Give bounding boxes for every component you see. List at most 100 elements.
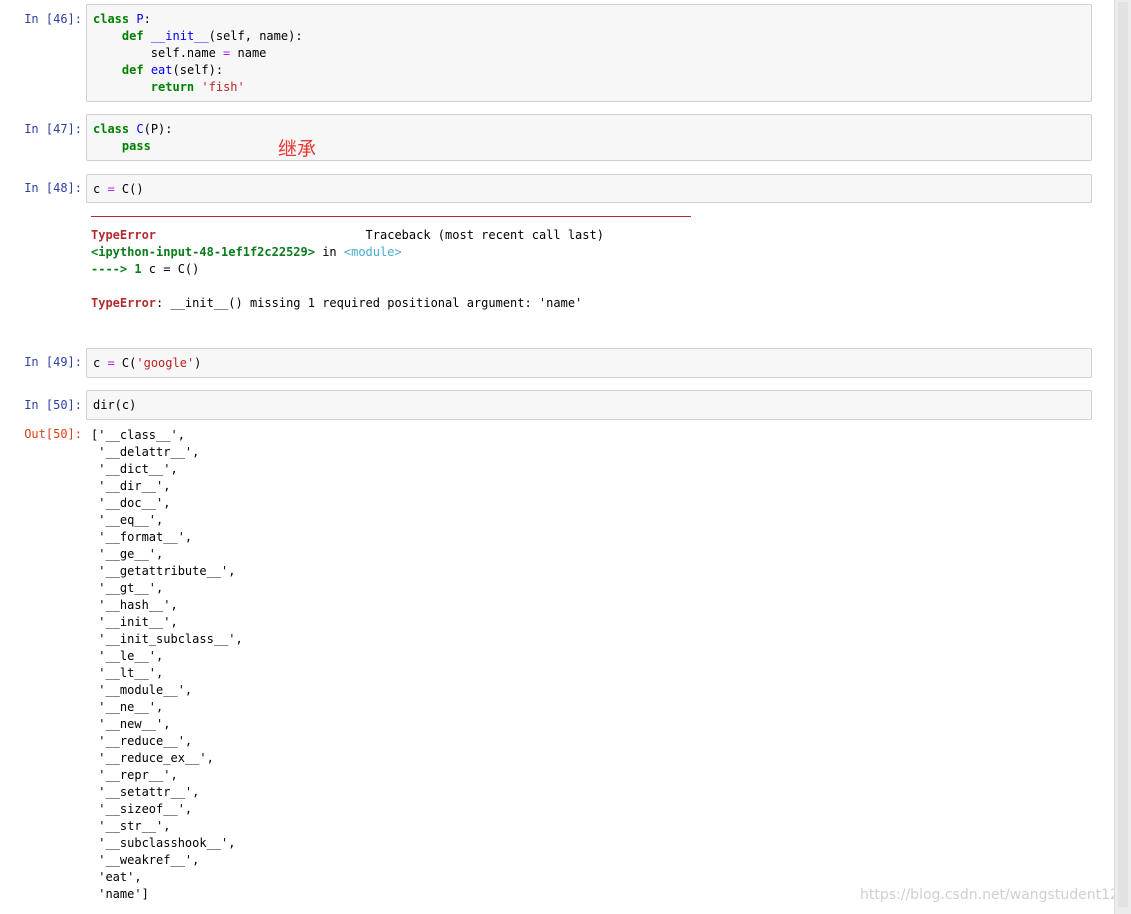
dir-output-item: '__new__', [91,717,171,731]
vertical-scrollbar[interactable] [1114,0,1131,914]
output-prompt-50: Out[50]: [24,427,82,441]
dir-output-list: ['__class__', '__delattr__', '__dict__',… [91,427,1091,903]
code-cell-source[interactable]: dir(c) [93,397,1085,414]
code-token: (self): [172,63,224,77]
traceback-header-line: TypeError Traceback (most recent call la… [91,228,604,242]
code-cell-source[interactable]: class C(P): pass [93,121,1085,155]
dir-output-item: '__gt__', [91,581,164,595]
dir-output-item: '__dict__', [91,462,178,476]
traceback-error-line: TypeError: __init__() missing 1 required… [91,296,582,310]
dir-output-item: '__getattribute__', [91,564,236,578]
traceback-module: <module> [343,245,402,259]
dir-output-item: '__lt__', [91,666,164,680]
code-token: c [93,182,108,196]
code-token: 'fish' [201,80,245,94]
dir-output-item: '__eq__', [91,513,164,527]
traceback-header-gap [156,228,366,242]
code-token: eat [150,63,173,77]
code-token: return [150,80,195,94]
dir-output-item: '__sizeof__', [91,802,193,816]
code-line: return 'fish' [93,80,245,94]
dir-output-item: '__doc__', [91,496,171,510]
dir-output-item: '__str__', [91,819,171,833]
code-token: def [121,63,144,77]
code-token: class [93,122,130,136]
code-token: C() [114,182,144,196]
dir-output-item: 'eat', [91,870,142,884]
code-cell-50[interactable]: dir(c) [86,390,1092,420]
dir-output-item: '__init__', [91,615,178,629]
traceback-text: TypeError Traceback (most recent call la… [91,227,604,312]
input-prompt-47: In [47]: [24,122,82,136]
code-token: = [107,182,115,196]
code-line: self.name = name [93,46,267,60]
code-token: dir(c) [93,398,137,412]
watermark: https://blog.csdn.net/wangstudent123 [860,887,1128,903]
input-prompt-46: In [46]: [24,12,82,26]
inheritance-annotation: 继承 [278,138,317,160]
dir-output-item: '__init_subclass__', [91,632,243,646]
code-cell-48[interactable]: c = C() [86,174,1092,203]
traceback-error-name: TypeError [91,228,157,242]
traceback-header-right: Traceback (most recent call last) [365,228,604,242]
code-line: def __init__(self, name): [93,29,303,43]
dir-output-item: '__subclasshook__', [91,836,236,850]
traceback-arrow: ----> 1 [91,262,142,276]
dir-output-item: '__ge__', [91,547,164,561]
code-token: self.name [93,46,224,60]
code-line: pass [93,139,151,153]
code-token: 'google' [136,356,195,370]
dir-output-item: '__weakref__', [91,853,200,867]
code-cell-49[interactable]: c = C('google') [86,348,1092,378]
traceback-location-line: <ipython-input-48-1ef1f2c22529> in <modu… [91,245,402,259]
code-cell-source[interactable]: c = C() [93,181,1085,198]
code-token: ) [194,356,202,370]
code-cell-46[interactable]: class P: def __init__(self, name): self.… [86,4,1092,102]
dir-output-item: '__ne__', [91,700,164,714]
code-cell-47[interactable]: class C(P): pass [86,114,1092,161]
traceback-error-label: TypeError [91,296,157,310]
notebook-page: In [46]: class P: def __init__(self, nam… [0,0,1128,914]
code-token: c [93,356,108,370]
dir-output-item: '__repr__', [91,768,178,782]
dir-output-item: '__reduce__', [91,734,193,748]
input-prompt-48: In [48]: [24,181,82,195]
dir-output-item: '__dir__', [91,479,171,493]
dir-output-item: ['__class__', [91,428,185,442]
code-line: class P: [93,12,151,26]
code-cell-source[interactable]: class P: def __init__(self, name): self.… [93,11,1085,96]
traceback-output: TypeError Traceback (most recent call la… [91,216,1091,326]
code-token: (P): [143,122,173,136]
code-token: pass [121,139,151,153]
code-token: __init__ [150,29,209,43]
dir-output-item: '__setattr__', [91,785,200,799]
dir-output-item: '__le__', [91,649,164,663]
code-token: C [136,122,144,136]
dir-output-item: '__delattr__', [91,445,200,459]
traceback-arrow-line: ----> 1 c = C() [91,262,199,276]
traceback-arrow-code: c = C() [141,262,200,276]
dir-output: ['__class__', '__delattr__', '__dict__',… [91,427,1091,903]
dir-output-item: '__format__', [91,530,193,544]
traceback-rule [91,216,691,217]
code-token: : [143,12,151,26]
code-line: dir(c) [93,398,136,412]
code-token: P [136,12,144,26]
code-line: c = C() [93,182,144,196]
code-token: C( [114,356,137,370]
code-token: (self, name): [208,29,303,43]
dir-output-item: '__reduce_ex__', [91,751,214,765]
input-prompt-49: In [49]: [24,355,82,369]
code-token: def [121,29,144,43]
dir-output-item: '__module__', [91,683,193,697]
code-token: name [230,46,267,60]
dir-output-item: 'name'] [91,887,149,901]
code-token: class [93,12,130,26]
code-cell-source[interactable]: c = C('google') [93,355,1085,372]
dir-output-item: '__hash__', [91,598,178,612]
traceback-input-ref: <ipython-input-48-1ef1f2c22529> [91,245,315,259]
scrollbar-thumb[interactable] [1118,2,1128,907]
